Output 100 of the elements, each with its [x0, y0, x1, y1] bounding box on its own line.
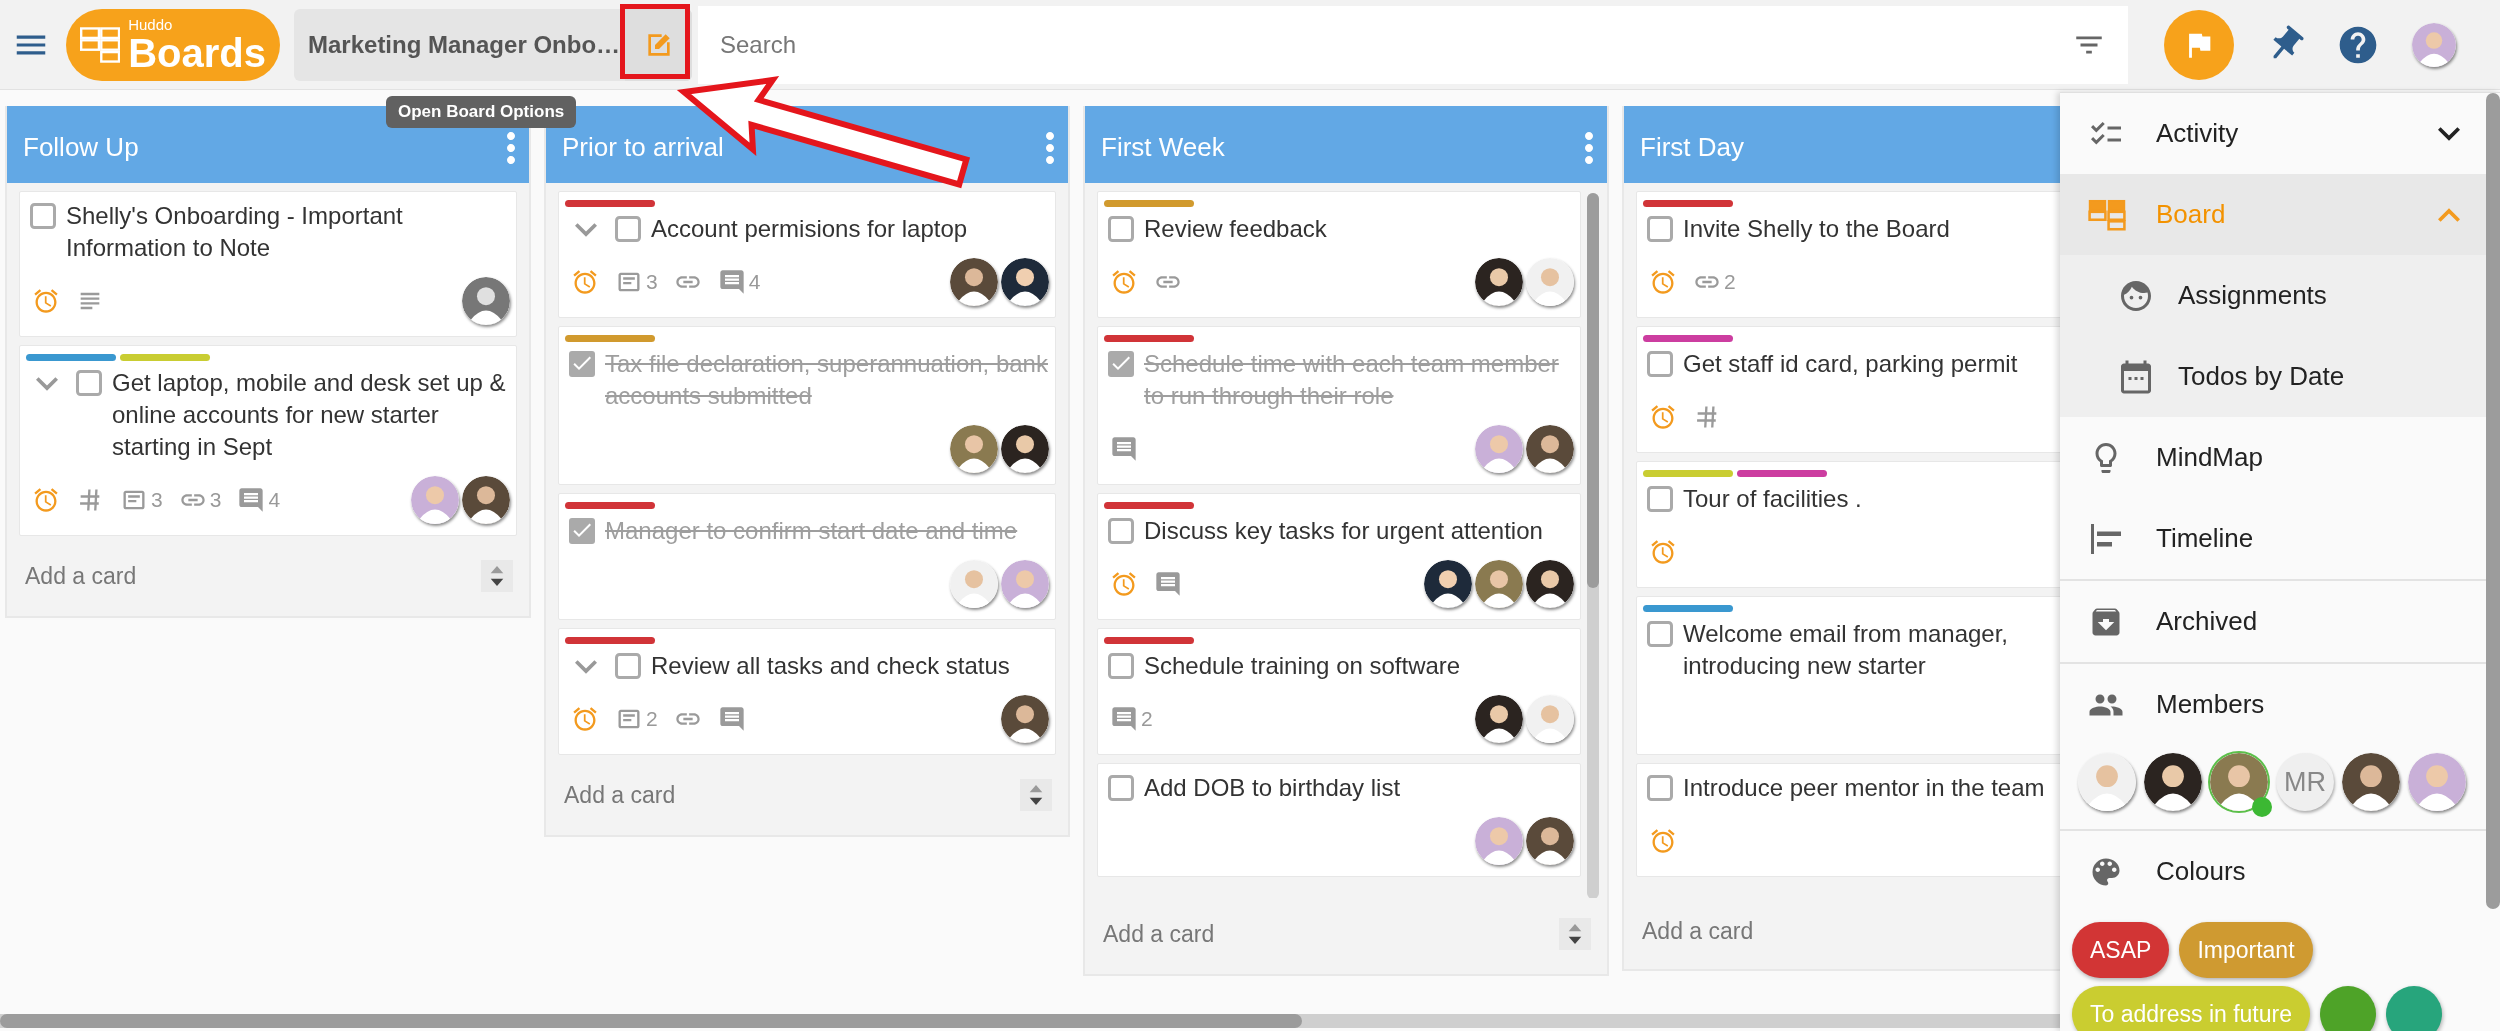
column-title: Prior to arrival	[562, 132, 724, 163]
checkbox[interactable]	[1108, 518, 1134, 544]
alarm-icon	[32, 486, 60, 514]
avatar	[1526, 258, 1574, 306]
avatar	[950, 425, 998, 473]
checkbox[interactable]	[1647, 216, 1673, 242]
checkbox[interactable]	[1647, 351, 1673, 377]
task-card[interactable]: Review all tasks and check status 2	[558, 628, 1056, 755]
nav-item[interactable]: Timeline	[2060, 498, 2486, 579]
chevron-icon	[2438, 207, 2460, 222]
expand-button[interactable]	[575, 223, 597, 237]
comment-icon	[717, 268, 746, 296]
nav-item[interactable]: Activity	[2060, 93, 2486, 174]
horizontal-scrollbar[interactable]	[0, 1014, 2060, 1028]
online-dot	[2252, 797, 2272, 817]
alarm-icon	[1649, 403, 1677, 431]
avatar	[1475, 817, 1523, 865]
alarm-icon	[571, 705, 599, 733]
task-card[interactable]: Invite Shelly to the Board 2	[1636, 191, 2060, 318]
checkbox[interactable]	[1647, 486, 1673, 512]
avatar	[2412, 22, 2456, 67]
avatar	[1001, 695, 1049, 743]
expand-button[interactable]	[36, 377, 58, 391]
nav-item[interactable]: Members	[2060, 664, 2486, 745]
checkbox[interactable]	[30, 203, 56, 229]
alarm-icon	[1110, 268, 1138, 296]
nav-item[interactable]: MindMap	[2060, 417, 2486, 498]
task-card[interactable]: Get laptop, mobile and desk set up & online accounts for new starter starting in Sept 3 3 4	[19, 345, 517, 536]
board-title-field[interactable]: Marketing Manager Onbo…	[294, 8, 692, 81]
colour-swatch[interactable]	[2320, 986, 2376, 1031]
checkbox[interactable]	[1647, 621, 1673, 647]
chevron-icon	[2438, 126, 2460, 141]
task-card[interactable]: Welcome email from manager, introducing new starter	[1636, 596, 2060, 755]
chevron-icon	[575, 660, 597, 674]
scrollbar[interactable]	[2486, 93, 2500, 909]
column-title: Follow Up	[23, 132, 139, 163]
colours-heading: Colours	[2060, 831, 2486, 912]
card-title: Shelly's Onboarding - Important Information to Note	[66, 201, 404, 263]
card-title: Get laptop, mobile and desk set up & online accounts for new starter starting in Sept	[112, 368, 507, 462]
sort-button[interactable]	[481, 560, 513, 592]
checkbox[interactable]	[1108, 775, 1134, 801]
alarm-icon	[1649, 827, 1677, 855]
checkbox[interactable]	[76, 370, 102, 396]
comment-icon	[717, 705, 746, 733]
badge-count: 3	[209, 488, 222, 512]
expand-button[interactable]	[575, 660, 597, 674]
badge-count: 2	[646, 707, 658, 731]
add-card-link[interactable]: Add a card	[1642, 918, 1754, 945]
card-title: Welcome email from manager, introducing new starter	[1683, 619, 2009, 681]
task-card[interactable]: Review feedback	[1097, 191, 1581, 318]
more-icon	[1585, 131, 1593, 164]
column-menu-button[interactable]	[1046, 131, 1054, 164]
task-card[interactable]: Add DOB to birthday list	[1097, 763, 1581, 877]
sort-button[interactable]	[1020, 779, 1052, 811]
avatar	[411, 476, 459, 524]
task-card[interactable]: Schedule training on software 2	[1097, 628, 1581, 755]
avatar	[1424, 560, 1472, 608]
add-card-link[interactable]: Add a card	[564, 781, 676, 809]
task-card[interactable]: Introduce peer mentor in the team	[1636, 763, 2060, 877]
scrollbar[interactable]	[1587, 193, 1599, 898]
nav-item[interactable]: Archived	[2060, 581, 2486, 662]
checkbox[interactable]	[1108, 351, 1134, 377]
add-card-link[interactable]: Add a card	[1103, 920, 1215, 948]
comment-icon	[237, 486, 266, 514]
colour-tag[interactable]: ASAP	[2072, 922, 2170, 978]
alarm-icon	[571, 268, 599, 296]
task-card[interactable]: Tour of facilities .	[1636, 461, 2060, 588]
card-title: Manager to confirm start date and time	[605, 516, 1019, 546]
avatar-placeholder-icon	[462, 277, 510, 325]
checkbox[interactable]	[615, 216, 641, 242]
task-card[interactable]: Account permisions for laptop 3 4	[558, 191, 1056, 318]
task-card[interactable]: Get staff id card, parking permit	[1636, 326, 2060, 453]
nav-subitem[interactable]: Todos by Date	[2060, 336, 2486, 417]
alarm-icon	[1649, 538, 1677, 566]
avatar	[1001, 258, 1049, 306]
checkbox[interactable]	[1647, 775, 1673, 801]
search-field[interactable]: Search	[698, 5, 2062, 84]
badge-count: 3	[151, 488, 163, 512]
colour-swatch[interactable]	[2386, 986, 2442, 1031]
nav-subitem[interactable]: Assignments	[2060, 255, 2486, 336]
card-title: Account permisions for laptop	[651, 214, 969, 244]
more-icon	[507, 131, 515, 164]
logo-subtitle: Huddo	[128, 16, 174, 32]
checkbox[interactable]	[569, 518, 595, 544]
column-title: First Week	[1101, 132, 1225, 163]
add-card-link[interactable]: Add a card	[25, 562, 137, 590]
user-avatar-button[interactable]	[2412, 22, 2456, 67]
task-card[interactable]: Discuss key tasks for urgent attention	[1097, 493, 1581, 620]
checkbox[interactable]	[1108, 653, 1134, 679]
checkbox[interactable]	[615, 653, 641, 679]
column-menu-button[interactable]	[507, 131, 515, 164]
column-menu-button[interactable]	[1585, 131, 1593, 164]
avatar	[1526, 425, 1574, 473]
card-title: Tax file declaration, superannuation, bank accounts submitted	[605, 349, 1049, 411]
task-card[interactable]: Shelly's Onboarding - Important Information to Note	[19, 191, 517, 337]
card-title: Review feedback	[1144, 214, 1328, 244]
checkbox[interactable]	[1108, 216, 1134, 242]
sort-button[interactable]	[1559, 918, 1591, 950]
filter-button[interactable]	[2062, 5, 2128, 84]
checkbox[interactable]	[569, 351, 595, 377]
